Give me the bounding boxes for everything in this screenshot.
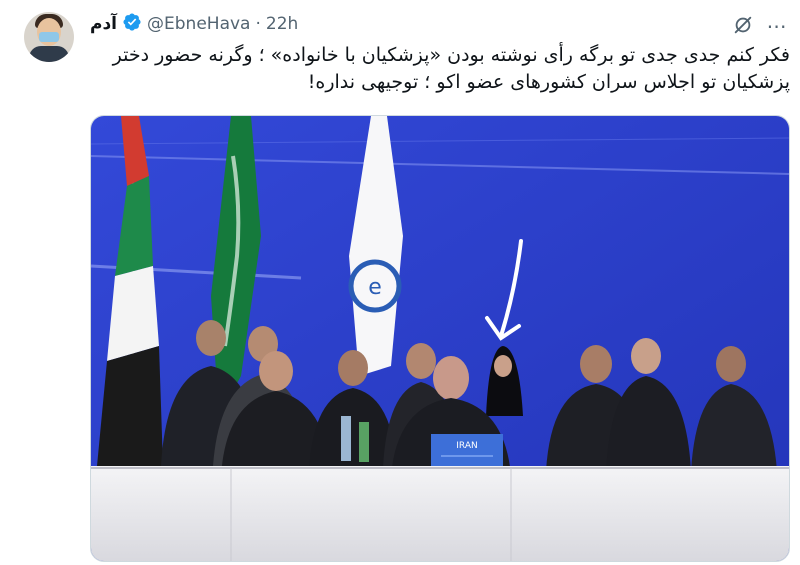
verified-badge-icon [122,12,142,36]
tweet-text: فکر کنم جدی جدی تو برگه رأی نوشته بودن «… [112,44,790,93]
tweet-header: آدم @EbneHava · 22h [90,13,298,35]
grok-icon[interactable] [732,14,754,36]
user-avatar[interactable] [24,12,74,62]
svg-text:e: e [368,275,382,300]
user-handle[interactable]: @EbneHava [147,14,250,34]
nameplate: IRAN [431,434,503,466]
more-options-icon[interactable]: ⋯ [765,16,789,36]
nameplate-label: IRAN [456,441,477,451]
tweet-photo[interactable]: e IRAN [90,115,790,562]
tweet-timestamp[interactable]: 22h [266,14,298,34]
display-name[interactable]: آدم [90,14,117,34]
separator-dot: · [255,14,261,34]
